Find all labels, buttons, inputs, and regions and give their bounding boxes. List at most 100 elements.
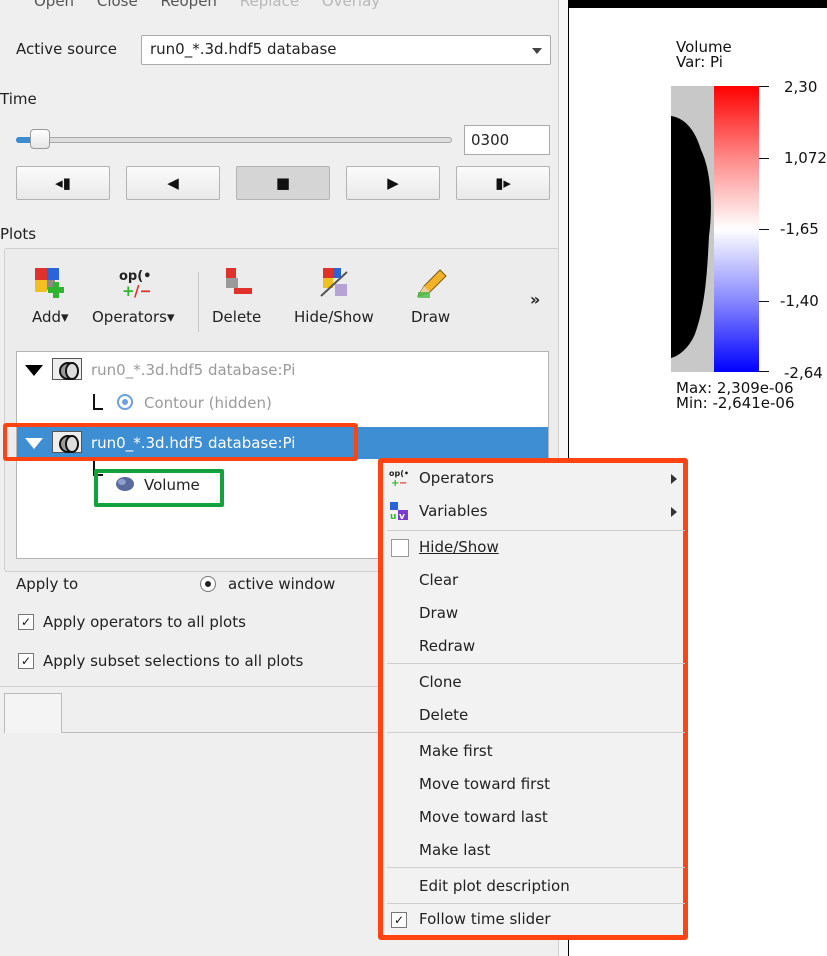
menu-separator bbox=[387, 530, 685, 531]
source-menu: Open Close Reopen Replace Overlay bbox=[34, 0, 398, 10]
stop-button[interactable]: ■ bbox=[236, 166, 330, 200]
follow-time-slider-menu-item[interactable]: Follow time slider bbox=[419, 910, 551, 928]
color-bar-tick bbox=[759, 371, 769, 372]
clear-menu-item[interactable]: Clear bbox=[419, 571, 458, 589]
chevron-down-icon bbox=[532, 48, 542, 54]
color-bar bbox=[714, 86, 759, 372]
time-slider-handle[interactable] bbox=[30, 129, 50, 149]
overlay-menu-item[interactable]: Overlay bbox=[322, 0, 380, 10]
volume-render-image bbox=[671, 86, 714, 372]
move-toward-first-menu-item[interactable]: Move toward first bbox=[419, 775, 550, 793]
reopen-menu-item[interactable]: Reopen bbox=[161, 0, 217, 10]
hide-show-button[interactable]: Hide/Show bbox=[294, 266, 374, 326]
clone-menu-item[interactable]: Clone bbox=[419, 673, 462, 691]
delete-plot-icon bbox=[220, 266, 254, 300]
menu-separator bbox=[387, 663, 685, 664]
operators-menu-item[interactable]: Operators bbox=[419, 469, 494, 487]
operators-icon: op(•) + /− bbox=[116, 266, 157, 300]
active-source-dropdown[interactable]: run0_*.3d.hdf5 database bbox=[141, 35, 551, 65]
step-back-button[interactable]: ◂▮ bbox=[16, 166, 110, 200]
time-label: Time bbox=[0, 90, 37, 108]
bottom-tab[interactable] bbox=[4, 693, 62, 733]
plot-list-item[interactable]: Contour (hidden) bbox=[17, 394, 548, 426]
delete-menu-item[interactable]: Delete bbox=[419, 706, 468, 724]
color-bar-tick bbox=[759, 229, 769, 230]
delete-plot-label: Delete bbox=[212, 308, 262, 326]
apply-operators-checkbox[interactable]: ✓ bbox=[18, 614, 34, 630]
contour-icon bbox=[117, 394, 133, 410]
variables-icon: vu bbox=[389, 501, 409, 525]
play-button[interactable]: ▶ bbox=[346, 166, 440, 200]
color-bar-tick bbox=[759, 86, 769, 87]
legend-min: Min: -2,641e-06 bbox=[676, 394, 795, 412]
reverse-play-button[interactable]: ◀ bbox=[126, 166, 220, 200]
plot-list-item[interactable]: run0_*.3d.hdf5 database:Pi bbox=[17, 354, 548, 386]
toolbar-divider bbox=[198, 272, 199, 332]
reverse-play-icon: ◀ bbox=[167, 174, 179, 192]
time-slider[interactable] bbox=[16, 137, 452, 143]
move-toward-last-menu-item[interactable]: Move toward last bbox=[419, 808, 548, 826]
hide-show-label: Hide/Show bbox=[294, 308, 374, 326]
step-forward-button[interactable]: ▮▸ bbox=[456, 166, 550, 200]
follow-time-slider-checkbox[interactable]: ✓ bbox=[391, 912, 407, 928]
add-plot-button[interactable]: Add▾ bbox=[32, 266, 69, 326]
stop-icon: ■ bbox=[275, 174, 291, 192]
plot-list-item-label: Contour (hidden) bbox=[144, 394, 272, 412]
submenu-arrow-icon bbox=[671, 474, 677, 484]
color-bar-tick bbox=[759, 301, 769, 302]
draw-label: Draw bbox=[411, 308, 451, 326]
replace-menu-item[interactable]: Replace bbox=[240, 0, 299, 10]
menu-separator bbox=[387, 867, 685, 868]
apply-subset-label: Apply subset selections to all plots bbox=[43, 652, 304, 670]
edit-plot-description-menu-item[interactable]: Edit plot description bbox=[419, 877, 570, 895]
variables-menu-item[interactable]: Variables bbox=[419, 502, 488, 520]
svg-text:−: − bbox=[399, 478, 407, 488]
redraw-menu-item[interactable]: Redraw bbox=[419, 637, 475, 655]
hide-show-icon bbox=[317, 266, 351, 300]
active-window-label: active window bbox=[228, 575, 336, 593]
active-source-value: run0_*.3d.hdf5 database bbox=[150, 40, 337, 58]
color-bar-tick-label: 1,072 bbox=[784, 149, 827, 167]
svg-text:u: u bbox=[390, 512, 396, 521]
tree-branch-icon bbox=[93, 394, 103, 410]
legend-variable: Var: Pi bbox=[676, 53, 723, 71]
submenu-arrow-icon bbox=[671, 507, 677, 517]
svg-text:+: + bbox=[122, 282, 135, 300]
draw-button[interactable]: Draw bbox=[411, 266, 450, 326]
operators-icon: op(•)+− bbox=[389, 468, 413, 492]
plot-list-item-label: run0_*.3d.hdf5 database:Pi bbox=[91, 361, 296, 379]
viewer-top-bar bbox=[569, 0, 827, 8]
play-icon: ▶ bbox=[387, 174, 399, 192]
volume-plot-highlight bbox=[94, 469, 224, 507]
operators-label: Operators bbox=[92, 308, 167, 326]
svg-text:/−: /− bbox=[134, 282, 150, 300]
open-menu-item[interactable]: Open bbox=[34, 0, 74, 10]
step-forward-icon: ▮▸ bbox=[495, 174, 511, 192]
color-bar-tick-label: -1,65 bbox=[780, 220, 819, 238]
time-frame-input[interactable]: 0300 bbox=[464, 125, 550, 155]
make-last-menu-item[interactable]: Make last bbox=[419, 841, 490, 859]
time-frame-value: 0300 bbox=[471, 131, 510, 149]
svg-text:op(•): op(•) bbox=[389, 469, 409, 478]
svg-text:v: v bbox=[399, 512, 405, 521]
visibility-icon[interactable] bbox=[52, 358, 82, 380]
make-first-menu-item[interactable]: Make first bbox=[419, 742, 493, 760]
hide-show-checkbox[interactable] bbox=[391, 539, 409, 557]
selected-plot-highlight bbox=[3, 423, 358, 461]
operators-button[interactable]: op(•) + /− Operators▾ bbox=[92, 266, 175, 326]
more-tools-button[interactable]: » bbox=[530, 290, 540, 309]
color-bar-tick-label: 2,30 bbox=[784, 78, 818, 96]
apply-subset-checkbox[interactable]: ✓ bbox=[18, 653, 34, 669]
close-menu-item[interactable]: Close bbox=[97, 0, 138, 10]
delete-plot-button[interactable]: Delete bbox=[212, 266, 261, 326]
add-plot-icon bbox=[33, 266, 67, 300]
collapse-icon[interactable] bbox=[25, 365, 43, 376]
active-source-label: Active source bbox=[16, 40, 117, 58]
apply-operators-label: Apply operators to all plots bbox=[43, 613, 246, 631]
draw-menu-item[interactable]: Draw bbox=[419, 604, 458, 622]
active-window-radio[interactable] bbox=[200, 576, 216, 592]
plot-context-menu: op(•)+− Operators vu Variables Hide/Show… bbox=[378, 458, 688, 940]
hide-show-menu-item[interactable]: Hide/Show bbox=[419, 538, 499, 556]
step-back-icon: ◂▮ bbox=[55, 174, 71, 192]
color-bar-tick bbox=[759, 158, 769, 159]
